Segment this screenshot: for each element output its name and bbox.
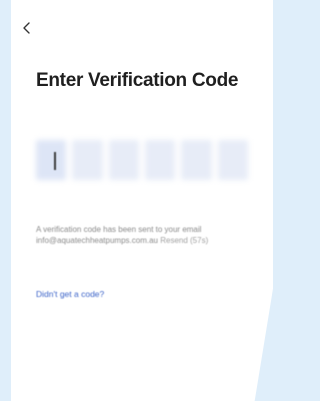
screenshot-stage: Enter Verification Code A verification c…	[0, 0, 284, 401]
code-digit-box[interactable]	[108, 140, 139, 180]
didnt-get-code-link[interactable]: Didn't get a code?	[36, 289, 104, 299]
verification-screen: Enter Verification Code A verification c…	[11, 0, 273, 401]
code-digit-box[interactable]	[36, 140, 67, 180]
page-title: Enter Verification Code	[36, 70, 239, 91]
resend-countdown[interactable]: Resend (57s)	[160, 236, 208, 245]
chevron-left-icon	[23, 22, 30, 34]
verification-message: A verification code has been sent to you…	[36, 224, 271, 246]
message-prefix: A verification code has been sent to you…	[36, 225, 202, 234]
code-digit-box[interactable]	[217, 140, 248, 180]
code-digit-box[interactable]	[181, 140, 212, 180]
code-digit-box[interactable]	[72, 140, 103, 180]
code-digit-box[interactable]	[144, 140, 176, 180]
email-address: info@aquatechheatpumps.com.au	[36, 236, 158, 245]
text-cursor	[54, 152, 56, 170]
verification-code-input[interactable]	[36, 140, 248, 180]
back-button[interactable]	[18, 18, 36, 38]
